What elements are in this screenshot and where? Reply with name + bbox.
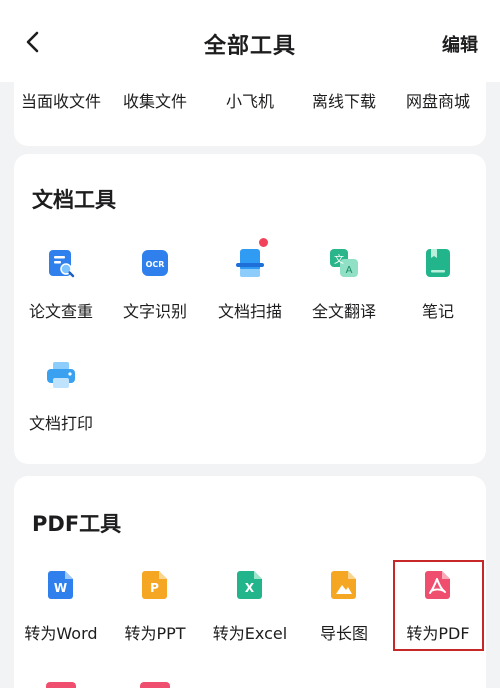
tool-label: 转为Word <box>24 624 98 643</box>
tool-to-excel[interactable]: X 转为Excel <box>203 570 297 670</box>
tool-offline-download[interactable]: 离线下载 <box>297 88 391 112</box>
translate-icon: 文 A <box>330 249 358 277</box>
tool-doc-scan[interactable]: 文档扫描 <box>203 238 297 348</box>
tool-to-ppt[interactable]: P 转为PPT <box>108 570 202 670</box>
pdf-tools-title: PDF工具 <box>32 512 122 536</box>
tool-label: 文字识别 <box>122 302 187 321</box>
excel-icon-glyph: X <box>245 581 255 595</box>
tool-label: 转为PPT <box>124 624 186 643</box>
word-icon-glyph: W <box>54 581 67 595</box>
note-icon <box>426 249 450 277</box>
tool-label: 文档扫描 <box>217 302 282 321</box>
selection-highlight-box <box>393 560 484 651</box>
translate-glyph-b: A <box>346 265 353 276</box>
tool-face-to-face-receive[interactable]: 当面收文件 <box>14 88 108 112</box>
ppt-icon: P <box>142 571 167 599</box>
translate-glyph-a: 文 <box>334 253 344 266</box>
next-row-icon-partial <box>46 682 76 688</box>
tool-label: 论文查重 <box>28 302 93 321</box>
tool-export-long-image[interactable]: 导长图 <box>297 570 391 670</box>
tool-label: 转为Excel <box>212 624 288 643</box>
top-tools-card: 当面收文件 收集文件 小飞机 离线下载 网盘商城 <box>14 62 486 146</box>
tool-notes[interactable]: 笔记 <box>391 248 485 348</box>
ocr-icon-text: OCR <box>146 260 165 269</box>
next-row-icon-partial <box>140 682 170 688</box>
tool-label: 导长图 <box>319 624 368 643</box>
tool-to-word[interactable]: W 转为Word <box>14 570 108 670</box>
doc-tools-card: 文档工具 论文查重 OCR 文字识别 文档扫描 文 A 全文翻译 笔记 文档打印 <box>14 154 486 464</box>
doc-tools-title: 文档工具 <box>32 188 116 212</box>
tool-label: 笔记 <box>421 302 454 321</box>
paper-check-icon <box>49 250 75 278</box>
word-icon: W <box>48 571 73 599</box>
printer-icon <box>47 362 75 388</box>
edit-button[interactable]: 编辑 <box>442 31 478 57</box>
new-badge-dot <box>259 238 268 247</box>
tool-label: 全文翻译 <box>311 302 376 321</box>
tool-ocr[interactable]: OCR 文字识别 <box>108 248 202 348</box>
tool-collect-files[interactable]: 收集文件 <box>108 88 202 112</box>
tool-little-plane[interactable]: 小飞机 <box>203 88 297 112</box>
tool-paper-check[interactable]: 论文查重 <box>14 248 108 348</box>
tool-label: 文档打印 <box>28 414 93 433</box>
page-title: 全部工具 <box>203 34 296 59</box>
excel-icon: X <box>237 571 262 599</box>
tool-netdisk-store[interactable]: 网盘商城 <box>391 88 485 112</box>
tool-full-translate[interactable]: 文 A 全文翻译 <box>297 248 391 348</box>
scan-icon <box>236 249 264 277</box>
tool-doc-print[interactable]: 文档打印 <box>14 360 108 460</box>
ocr-icon: OCR <box>142 250 168 276</box>
long-image-icon <box>331 571 356 599</box>
ppt-icon-glyph: P <box>150 581 159 595</box>
